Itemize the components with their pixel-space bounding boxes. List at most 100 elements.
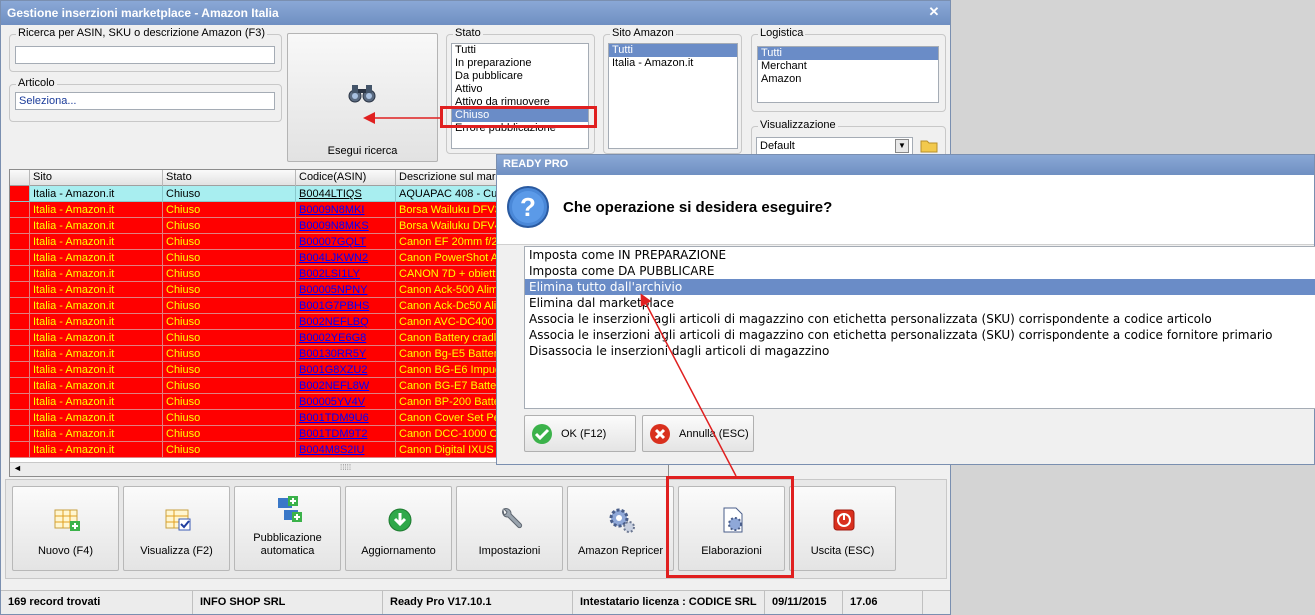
grid-indicator-header [10,170,30,186]
search-input[interactable] [15,46,275,64]
close-icon[interactable]: ✕ [926,4,942,20]
cell-stato: Chiuso [163,234,296,250]
sito-group: Sito Amazon Tutti Italia - Amazon.it [603,27,742,154]
cell-stato: Chiuso [163,298,296,314]
visualizza-button[interactable]: Visualizza (F2) [123,486,230,571]
cell-codice[interactable]: B002NEFLBQ [296,314,396,330]
logistica-item[interactable]: Merchant [758,60,938,73]
operation-listbox[interactable]: Imposta come IN PREPARAZIONE Imposta com… [524,246,1315,409]
stato-item[interactable]: Tutti [452,44,588,57]
cell-codice[interactable]: B004LJKWN2 [296,250,396,266]
visualizzazione-select[interactable]: Default [756,137,913,155]
cell-codice[interactable]: B00130RR5Y [296,346,396,362]
cell-codice[interactable]: B002LSI1LY [296,266,396,282]
ok-button[interactable]: OK (F12) [524,415,636,452]
cell-sito: Italia - Amazon.it [30,250,163,266]
operation-option[interactable]: Associa le inserzioni agli articoli di m… [525,311,1315,327]
update-icon [388,508,412,532]
chevron-down-icon[interactable]: ▼ [895,139,909,153]
stato-item[interactable]: In preparazione [452,57,588,70]
question-icon: ? [507,186,549,228]
cell-codice[interactable]: B004M8S2IU [296,442,396,458]
gears-icon [609,508,635,533]
operation-option[interactable]: Imposta come IN PREPARAZIONE [525,247,1315,263]
cell-stato: Chiuso [163,202,296,218]
sito-label: Sito Amazon [610,27,676,39]
impostazioni-button[interactable]: Impostazioni [456,486,563,571]
cell-stato: Chiuso [163,330,296,346]
column-header-sito[interactable]: Sito [30,170,163,186]
row-indicator [10,346,30,362]
operation-option[interactable]: Elimina dal marketplace [525,295,1315,311]
column-header-stato[interactable]: Stato [163,170,296,186]
sito-item[interactable]: Italia - Amazon.it [609,57,737,70]
cell-codice[interactable]: B001G8XZU2 [296,362,396,378]
stato-listbox[interactable]: Tutti In preparazione Da pubblicare Atti… [451,43,589,149]
repricer-button[interactable]: Amazon Repricer [567,486,674,571]
uscita-button[interactable]: Uscita (ESC) [789,486,896,571]
uscita-label: Uscita (ESC) [810,545,875,557]
aggiornamento-button[interactable]: Aggiornamento [345,486,452,571]
logistica-item[interactable]: Amazon [758,73,938,86]
window-title: Gestione inserzioni marketplace - Amazon… [7,6,279,20]
operation-option[interactable]: Associa le inserzioni agli articoli di m… [525,327,1315,343]
cancel-button[interactable]: Annulla (ESC) [642,415,754,452]
cell-sito: Italia - Amazon.it [30,202,163,218]
cell-codice[interactable]: B00007GQLT [296,234,396,250]
cell-sito: Italia - Amazon.it [30,218,163,234]
row-indicator [10,250,30,266]
stato-item[interactable]: Errore pubblicazione [452,122,588,135]
stato-item[interactable]: Attivo [452,83,588,96]
cell-sito: Italia - Amazon.it [30,266,163,282]
elaborazioni-button[interactable]: Elaborazioni [678,486,785,571]
sito-listbox[interactable]: Tutti Italia - Amazon.it [608,43,738,149]
row-indicator [10,314,30,330]
logistica-item-selected[interactable]: Tutti [758,47,938,60]
cell-codice[interactable]: B00005YV4V [296,394,396,410]
column-header-codice[interactable]: Codice(ASIN) [296,170,396,186]
row-indicator [10,442,30,458]
search-label: Ricerca per ASIN, SKU o descrizione Amaz… [16,27,267,39]
check-icon [532,424,552,444]
cell-stato: Chiuso [163,266,296,282]
operation-option-selected[interactable]: Elimina tutto dall'archivio [525,279,1315,295]
impostazioni-label: Impostazioni [478,545,541,557]
cell-codice[interactable]: B0044LTIQS [296,186,396,202]
logistica-listbox[interactable]: Tutti Merchant Amazon [757,46,939,103]
scroll-grip-icon[interactable]: ⁞⁞⁞⁞⁞ [340,463,351,472]
row-indicator [10,362,30,378]
cell-codice[interactable]: B001TDM9U6 [296,410,396,426]
sito-item-selected[interactable]: Tutti [609,44,737,57]
cell-sito: Italia - Amazon.it [30,394,163,410]
cell-codice[interactable]: B0009N8MKI [296,202,396,218]
status-company: INFO SHOP SRL [193,591,383,614]
cell-sito: Italia - Amazon.it [30,298,163,314]
operation-option[interactable]: Imposta come DA PUBBLICARE [525,263,1315,279]
cell-sito: Italia - Amazon.it [30,282,163,298]
aggiornamento-label: Aggiornamento [361,545,436,557]
nuovo-button[interactable]: Nuovo (F4) [12,486,119,571]
stato-item-selected[interactable]: Chiuso [452,109,588,122]
pubblicazione-label: Pubblicazione automatica [253,532,322,557]
row-indicator [10,234,30,250]
cell-codice[interactable]: B001TDM9T2 [296,426,396,442]
nuovo-label: Nuovo (F4) [37,545,94,557]
cell-codice[interactable]: B0009N8MKS [296,218,396,234]
scroll-left-icon[interactable]: ◄ [13,463,22,473]
folder-icon[interactable] [920,137,938,153]
stato-item[interactable]: Attivo da rimuovere [452,96,588,109]
stato-group: Stato Tutti In preparazione Da pubblicar… [446,27,595,154]
cell-codice[interactable]: B0002YE6G8 [296,330,396,346]
status-records: 169 record trovati [1,591,193,614]
cell-codice[interactable]: B001G7PBHS [296,298,396,314]
cell-stato: Chiuso [163,250,296,266]
cell-codice[interactable]: B00005NPNY [296,282,396,298]
search-button[interactable]: Esegui ricerca [287,33,438,162]
dialog-question: Che operazione si desidera eseguire? [563,199,833,216]
visualizza-label: Visualizza (F2) [140,545,213,557]
stato-item[interactable]: Da pubblicare [452,70,588,83]
cell-codice[interactable]: B002NEFL8W [296,378,396,394]
operation-option[interactable]: Disassocia le inserzioni dagli articoli … [525,343,1315,359]
articolo-select[interactable]: Seleziona... [15,92,275,110]
pubblicazione-button[interactable]: Pubblicazione automatica [234,486,341,571]
